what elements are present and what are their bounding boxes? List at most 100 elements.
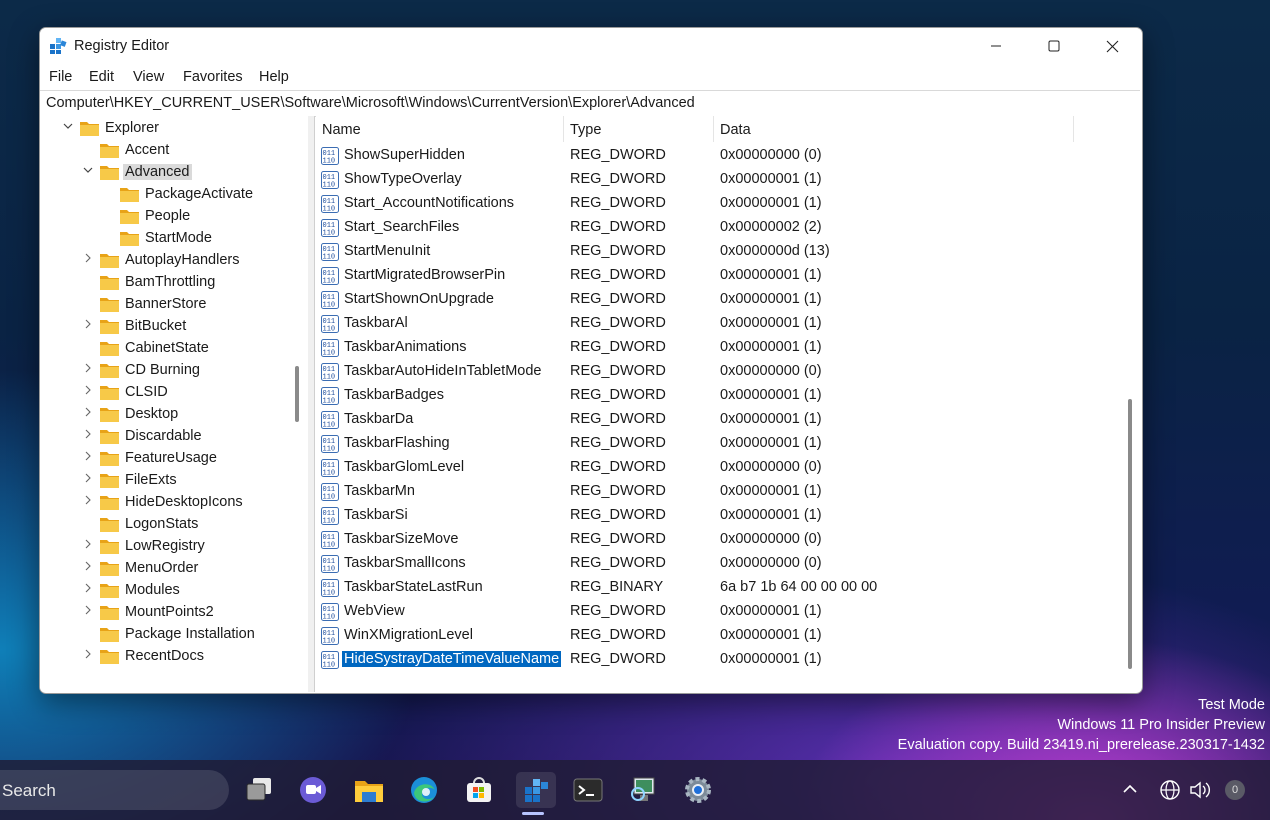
value-row[interactable]: 011 110 Start_AccountNotifications REG_DWOR…: [316, 192, 1116, 216]
value-row[interactable]: 011 110 TaskbarSi REG_DWORD 0x00000001 (1): [316, 504, 1116, 528]
value-row[interactable]: 011 110 TaskbarFlashing REG_DWORD 0x00000001…: [316, 432, 1116, 456]
chevron-down-icon[interactable]: [82, 165, 94, 179]
tree-item-cd-burning[interactable]: CD Burning: [40, 360, 290, 382]
chevron-right-icon[interactable]: [82, 429, 94, 443]
column-header-data[interactable]: Data: [714, 116, 1074, 142]
network-globe-icon[interactable]: [1159, 779, 1181, 801]
value-row[interactable]: 011 110 WebView REG_DWORD 0x00000001 (1): [316, 600, 1116, 624]
tree-item-bitbucket[interactable]: BitBucket: [40, 316, 290, 338]
device-manager-button[interactable]: [625, 772, 661, 808]
value-row[interactable]: 011 110 TaskbarBadges REG_DWORD 0x00000001 (…: [316, 384, 1116, 408]
tree-item-package-installation[interactable]: Package Installation: [40, 624, 290, 646]
tree-item-logonstats[interactable]: LogonStats: [40, 514, 290, 536]
tree-item-accent[interactable]: Accent: [40, 140, 290, 162]
chevron-right-icon[interactable]: [82, 561, 94, 575]
value-row[interactable]: 011 110 TaskbarDa REG_DWORD 0x00000001 (1): [316, 408, 1116, 432]
file-explorer-button[interactable]: [351, 772, 387, 808]
taskbar-search-box[interactable]: Search: [0, 770, 229, 810]
store-button[interactable]: [461, 772, 497, 808]
column-header-name[interactable]: Name: [316, 116, 564, 142]
key-tree-pane[interactable]: Explorer Accent Advanced PackageActivate Peo…: [40, 116, 309, 692]
tree-item-hidedesktopicons[interactable]: HideDesktopIcons: [40, 492, 290, 514]
tree-item-modules[interactable]: Modules: [40, 580, 290, 602]
minimize-button[interactable]: [967, 28, 1025, 64]
close-button[interactable]: [1083, 28, 1141, 64]
device-manager-icon: [631, 777, 655, 801]
value-row[interactable]: 011 110 WinXMigrationLevel REG_DWORD 0x00000…: [316, 624, 1116, 648]
notification-count-badge[interactable]: 0: [1225, 780, 1245, 800]
tree-item-desktop[interactable]: Desktop: [40, 404, 290, 426]
registry-editor-taskbar-button[interactable]: [516, 772, 556, 808]
terminal-button[interactable]: [570, 772, 606, 808]
tree-item-lowregistry[interactable]: LowRegistry: [40, 536, 290, 558]
chat-button[interactable]: [295, 772, 331, 808]
menu-view[interactable]: View: [133, 69, 164, 85]
value-row[interactable]: 011 110 TaskbarSmallIcons REG_DWORD 0x000000…: [316, 552, 1116, 576]
chevron-right-icon[interactable]: [82, 495, 94, 509]
store-icon: [467, 777, 491, 802]
menu-file[interactable]: File: [49, 69, 72, 85]
value-row[interactable]: 011 110 TaskbarAutoHideInTabletMode REG_DWO…: [316, 360, 1116, 384]
tree-item-cabinetstate[interactable]: CabinetState: [40, 338, 290, 360]
value-row[interactable]: 011 110 TaskbarAl REG_DWORD 0x00000001 (1): [316, 312, 1116, 336]
column-header-type[interactable]: Type: [564, 116, 714, 142]
address-bar[interactable]: Computer\HKEY_CURRENT_USER\Software\Micr…: [40, 90, 1140, 117]
value-row[interactable]: 011 110 StartShownOnUpgrade REG_DWORD 0x0000…: [316, 288, 1116, 312]
value-row[interactable]: 011 110 ShowTypeOverlay REG_DWORD 0x00000001…: [316, 168, 1116, 192]
chevron-right-icon[interactable]: [82, 451, 94, 465]
chevron-right-icon[interactable]: [82, 363, 94, 377]
title-bar[interactable]: Registry Editor: [40, 28, 1142, 64]
value-row[interactable]: 011 110 TaskbarStateLastRun REG_BINARY 6a b7…: [316, 576, 1116, 600]
pane-splitter[interactable]: [308, 116, 315, 692]
tree-item-featureusage[interactable]: FeatureUsage: [40, 448, 290, 470]
chevron-up-icon[interactable]: [1122, 782, 1138, 796]
edge-button[interactable]: [406, 772, 442, 808]
value-row[interactable]: 011 110 Start_SearchFiles REG_DWORD 0x000000…: [316, 216, 1116, 240]
value-row[interactable]: 011 110 TaskbarSizeMove REG_DWORD 0x00000000…: [316, 528, 1116, 552]
value-row[interactable]: 011 110 TaskbarAnimations REG_DWORD 0x000000…: [316, 336, 1116, 360]
volume-icon[interactable]: [1188, 779, 1212, 801]
binary-value-icon: 011 110: [321, 411, 339, 430]
value-row[interactable]: 011 110 ShowSuperHidden REG_DWORD 0x00000000…: [316, 144, 1116, 168]
tree-item-packageactivate[interactable]: PackageActivate: [40, 184, 290, 206]
tree-item-explorer[interactable]: Explorer: [40, 118, 290, 140]
tree-item-clsid[interactable]: CLSID: [40, 382, 290, 404]
maximize-button[interactable]: [1025, 28, 1083, 64]
column-divider[interactable]: [1073, 116, 1074, 142]
menu-help[interactable]: Help: [259, 69, 289, 85]
tree-item-mountpoints2[interactable]: MountPoints2: [40, 602, 290, 624]
chevron-right-icon[interactable]: [82, 649, 94, 663]
tree-item-startmode[interactable]: StartMode: [40, 228, 290, 250]
tree-item-advanced[interactable]: Advanced: [40, 162, 290, 184]
chevron-right-icon[interactable]: [82, 319, 94, 333]
menu-edit[interactable]: Edit: [89, 69, 114, 85]
chevron-down-icon[interactable]: [62, 121, 74, 135]
value-list-pane[interactable]: Name Type Data 011 110 ShowSuperHidden REG_…: [316, 116, 1140, 692]
chevron-right-icon[interactable]: [82, 385, 94, 399]
tree-item-recentdocs[interactable]: RecentDocs: [40, 646, 290, 668]
settings-button[interactable]: [680, 772, 716, 808]
list-vertical-scrollbar[interactable]: [1128, 399, 1132, 669]
chevron-right-icon[interactable]: [82, 539, 94, 553]
value-row[interactable]: 011 110 TaskbarMn REG_DWORD 0x00000001 (1): [316, 480, 1116, 504]
chevron-right-icon[interactable]: [82, 583, 94, 597]
tree-item-discardable[interactable]: Discardable: [40, 426, 290, 448]
tree-item-bannerstore[interactable]: BannerStore: [40, 294, 290, 316]
tree-item-people[interactable]: People: [40, 206, 290, 228]
value-row[interactable]: 011 110 HideSystrayDateTimeValueName REG_DW…: [316, 648, 1116, 672]
tree-item-bamthrottling[interactable]: BamThrottling: [40, 272, 290, 294]
menu-favorites[interactable]: Favorites: [183, 69, 243, 85]
value-row[interactable]: 011 110 StartMenuInit REG_DWORD 0x0000000d (…: [316, 240, 1116, 264]
chevron-right-icon[interactable]: [82, 605, 94, 619]
value-row[interactable]: 011 110 StartMigratedBrowserPin REG_DWORD 0x…: [316, 264, 1116, 288]
tree-item-menuorder[interactable]: MenuOrder: [40, 558, 290, 580]
tree-item-autoplayhandlers[interactable]: AutoplayHandlers: [40, 250, 290, 272]
tree-vertical-scrollbar[interactable]: [295, 366, 299, 422]
chevron-right-icon[interactable]: [82, 253, 94, 267]
task-view-button[interactable]: [241, 772, 277, 808]
value-row[interactable]: 011 110 TaskbarGlomLevel REG_DWORD 0x0000000…: [316, 456, 1116, 480]
address-path[interactable]: Computer\HKEY_CURRENT_USER\Software\Micr…: [46, 95, 695, 111]
tree-item-fileexts[interactable]: FileExts: [40, 470, 290, 492]
chevron-right-icon[interactable]: [82, 407, 94, 421]
chevron-right-icon[interactable]: [82, 473, 94, 487]
